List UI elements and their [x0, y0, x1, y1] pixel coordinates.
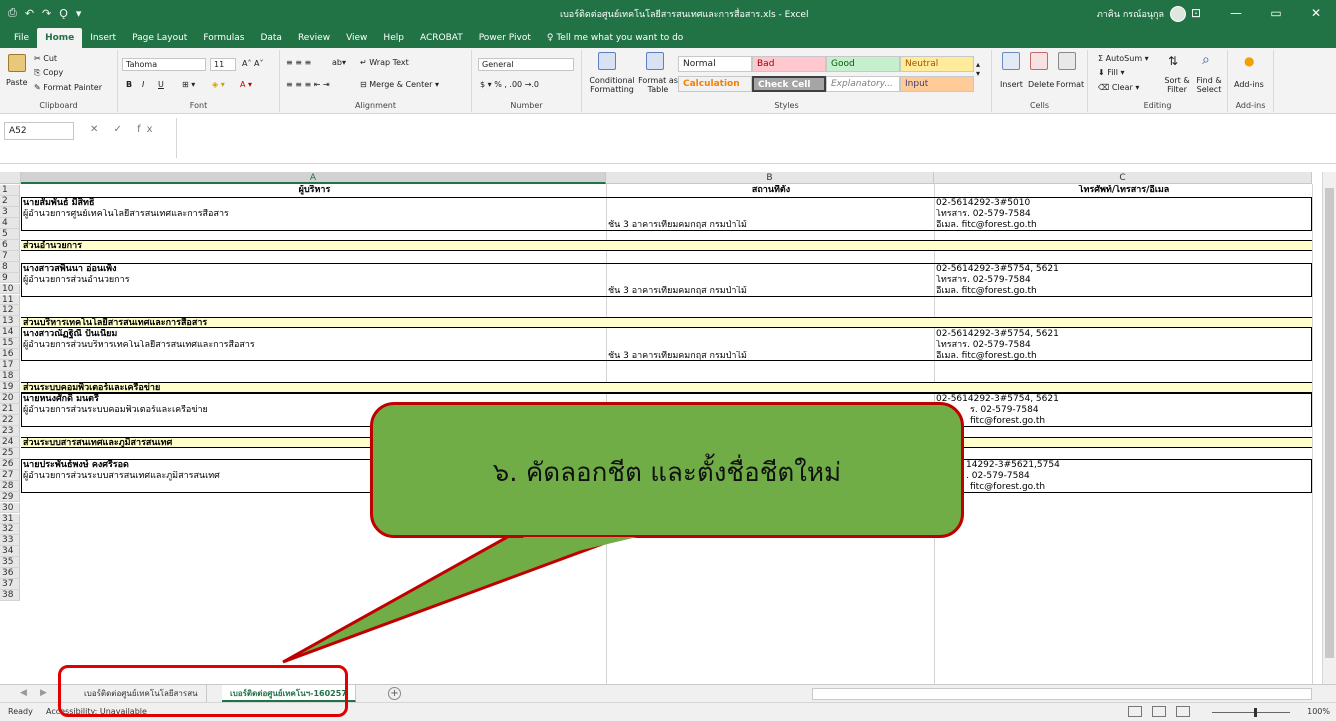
callout-text: ๖. คัดลอกชีต และตั้งชื่อชีตใหม่ — [492, 458, 842, 488]
callout-tail-cover — [523, 537, 637, 560]
callout-tail-fill — [523, 537, 637, 560]
sheet-tab-highlight — [58, 665, 348, 717]
